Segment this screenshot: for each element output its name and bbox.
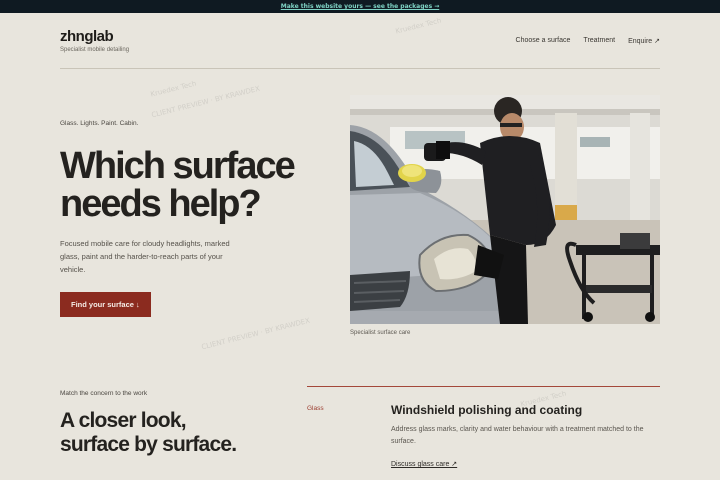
watermark-line: CLIENT PREVIEW · BY KRAWDEX bbox=[150, 84, 261, 120]
brand-logo[interactable]: zhnglab bbox=[60, 28, 129, 45]
brand[interactable]: zhnglab Specialist mobile detailing bbox=[60, 28, 129, 53]
service-category: Glass bbox=[307, 405, 324, 412]
section-title-line-1: A closer look, bbox=[60, 409, 187, 432]
find-surface-button[interactable]: Find your surface ↓ bbox=[60, 292, 151, 317]
nav-choose-surface[interactable]: Choose a surface bbox=[516, 37, 571, 45]
promo-link[interactable]: Make this website yours — see the packag… bbox=[281, 3, 440, 10]
hero-photo bbox=[350, 95, 660, 324]
section-title-line-2: surface by surface. bbox=[60, 433, 237, 456]
watermark-line: CLIENT PREVIEW · BY KRAWDEX bbox=[200, 316, 311, 352]
site-header: zhnglab Specialist mobile detailing Choo… bbox=[60, 24, 660, 69]
service-description: Address glass marks, clarity and water b… bbox=[391, 426, 644, 445]
nav-treatment[interactable]: Treatment bbox=[583, 37, 615, 45]
hero-title-line-1: Which surface bbox=[60, 145, 296, 187]
detailing-photo-illustration bbox=[350, 95, 660, 324]
photo-caption: Specialist surface care bbox=[350, 330, 411, 336]
hero: Glass. Lights. Paint. Cabin. Which surfa… bbox=[60, 120, 320, 317]
watermark: CLIENT PREVIEW · BY KRAWDEX bbox=[201, 317, 311, 352]
section-intro: Match the concern to the work A closer l… bbox=[60, 390, 300, 457]
watermark: CLIENT PREVIEW · BY KRAWDEX bbox=[151, 85, 261, 120]
promo-banner: Make this website yours — see the packag… bbox=[0, 0, 720, 13]
hero-title: Which surface needs help? bbox=[60, 147, 320, 223]
service-title: Windshield polishing and coating bbox=[391, 403, 583, 417]
discuss-glass-link[interactable]: Discuss glass care ↗ bbox=[391, 460, 457, 468]
watermark-brand: Kruedex Tech bbox=[149, 79, 198, 99]
nav-enquire[interactable]: Enquire ↗ bbox=[628, 37, 660, 45]
hero-description: Focused mobile care for cloudy headlight… bbox=[60, 239, 230, 274]
main-nav: Choose a surface Treatment Enquire ↗ bbox=[516, 37, 660, 45]
service-card-glass: Glass Windshield polishing and coating A… bbox=[307, 386, 660, 480]
hero-title-line-2: needs help? bbox=[60, 183, 262, 225]
section-eyebrow: Match the concern to the work bbox=[60, 390, 148, 397]
watermark: Kruedex Tech bbox=[150, 79, 197, 98]
brand-tagline: Specialist mobile detailing bbox=[60, 47, 130, 53]
hero-eyebrow: Glass. Lights. Paint. Cabin. bbox=[60, 120, 139, 127]
section-title: A closer look, surface by surface. bbox=[60, 409, 300, 457]
